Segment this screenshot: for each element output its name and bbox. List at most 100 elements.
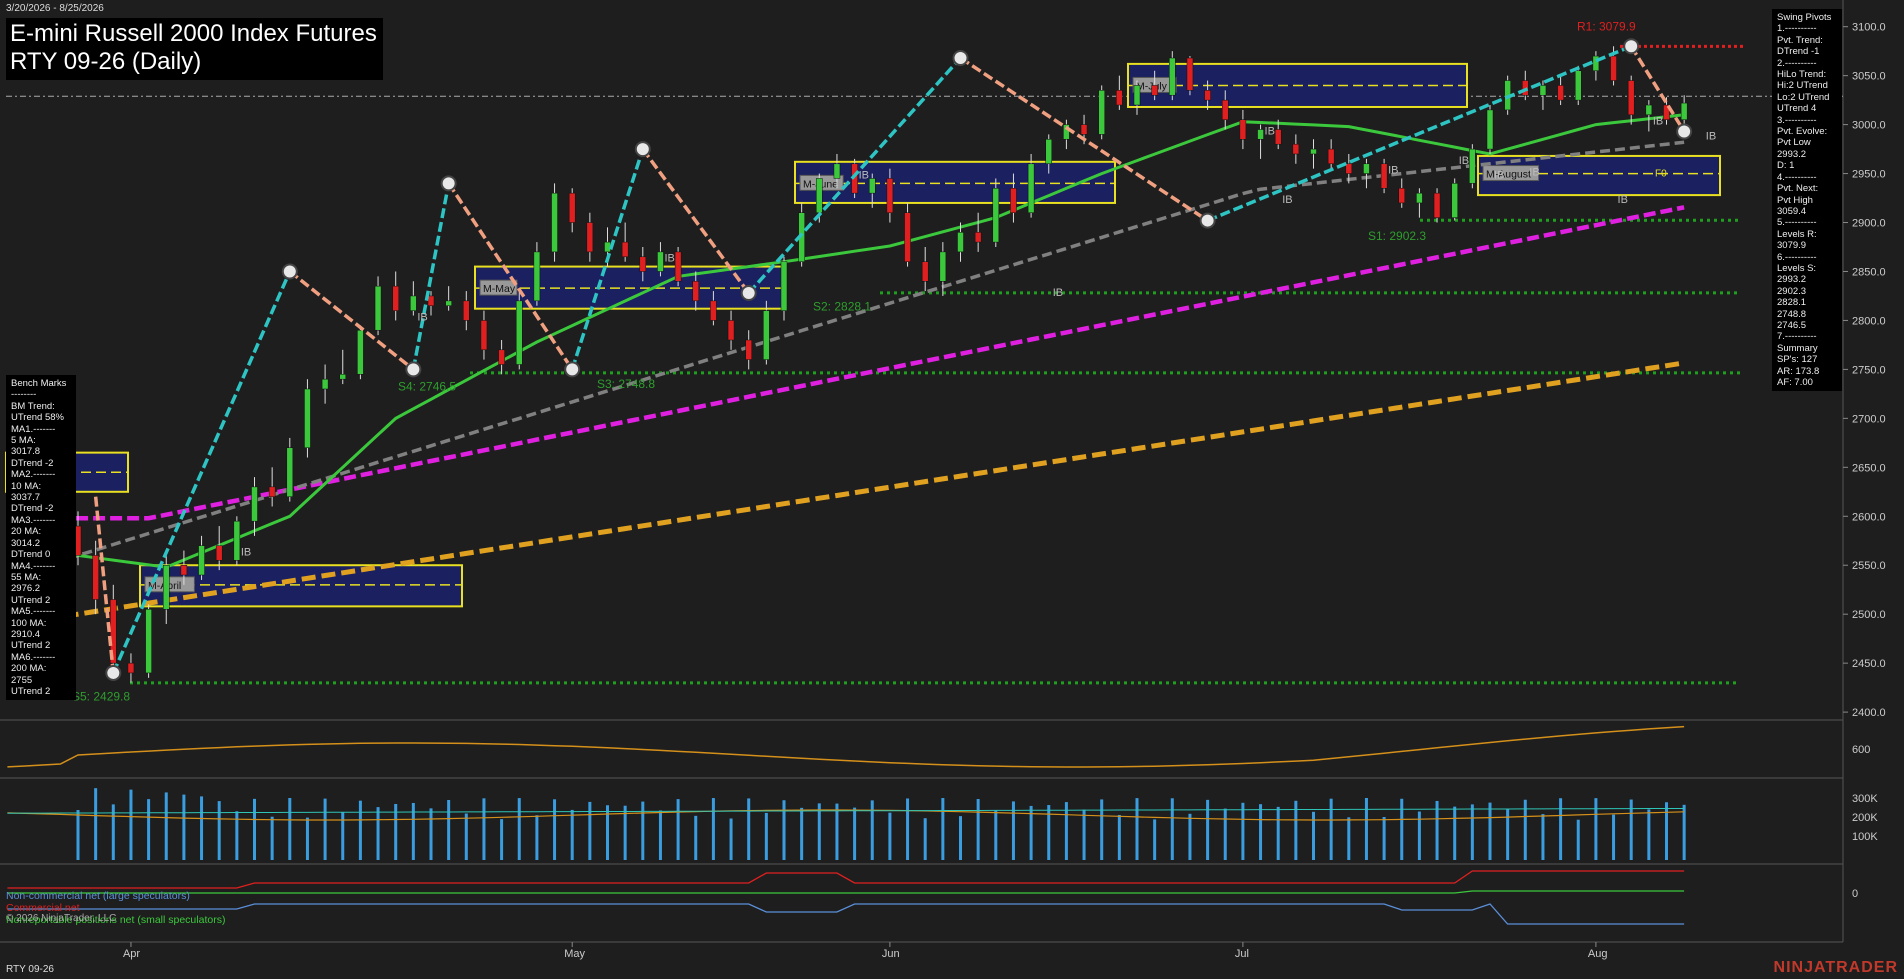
volume-bar xyxy=(1470,804,1474,860)
candle-body xyxy=(992,188,1000,243)
ib-label: IB xyxy=(1529,167,1539,179)
volume-bar xyxy=(1576,819,1580,860)
candle-body xyxy=(233,520,241,561)
candle-body xyxy=(763,310,770,360)
candle-body xyxy=(1469,148,1476,184)
candle-body xyxy=(145,609,152,674)
swing-pivot-marker xyxy=(740,285,757,302)
candle-body xyxy=(1522,80,1529,96)
panel-line: AF: 7.00 xyxy=(1777,377,1813,388)
ib-label: IB xyxy=(417,311,427,323)
candle-body xyxy=(1169,57,1176,96)
candle-body xyxy=(904,212,911,262)
panel-line: MA4.------- xyxy=(11,560,56,572)
volume-bar xyxy=(1453,806,1457,860)
pivot-label: S5: 2429.8 xyxy=(72,690,130,704)
volume-bar xyxy=(1047,805,1051,860)
volume-bar xyxy=(1064,802,1068,860)
volume-bar xyxy=(1170,798,1174,860)
candle-body xyxy=(198,545,205,576)
swing-pivot-marker xyxy=(952,50,969,67)
volume-bar xyxy=(959,816,962,860)
candle-body xyxy=(1610,55,1617,81)
candle-body xyxy=(1345,163,1353,174)
candle-body xyxy=(215,545,223,561)
candle-body xyxy=(1098,90,1105,135)
candle-body xyxy=(1486,109,1494,150)
panel-line: BM Trend: xyxy=(11,400,55,412)
swing-pivot-marker xyxy=(1623,38,1640,55)
panel-line: UTrend 4 xyxy=(1777,103,1817,115)
candle-body xyxy=(692,281,699,302)
panel-line: Levels S: xyxy=(1777,262,1817,274)
chart-subtitle: RTY 09-26 (Daily) xyxy=(10,48,202,75)
x-tick-label: Jun xyxy=(882,948,900,960)
panel-line: DTrend -2 xyxy=(11,503,54,515)
panel-line: MA5.------- xyxy=(11,606,56,618)
candle-body xyxy=(1080,124,1088,135)
volume-bar xyxy=(288,798,292,860)
volume-bar xyxy=(994,810,998,860)
ib-label: IB xyxy=(1388,165,1398,177)
candle-body xyxy=(533,251,541,302)
candle-body xyxy=(304,388,311,448)
volume-bar xyxy=(676,799,680,860)
volume-bar xyxy=(1153,819,1157,860)
candle-body xyxy=(710,300,717,321)
panel-line: UTrend 58% xyxy=(11,412,64,424)
panel-line: 2902.3 xyxy=(1777,285,1807,297)
ib-label: IB xyxy=(664,253,674,265)
candle-body xyxy=(816,178,823,213)
sub-axis-label: 0 xyxy=(1852,888,1858,900)
y-tick-label: 3000.0 xyxy=(1852,120,1886,132)
y-tick-label: 2600.0 xyxy=(1852,511,1886,523)
volume-bar xyxy=(553,799,557,860)
footer-symbol: RTY 09-26 xyxy=(6,964,54,975)
volume-bar xyxy=(376,807,380,860)
panel-line: MA6.------- xyxy=(11,651,56,663)
candle-body xyxy=(445,300,452,306)
volume-bar xyxy=(447,799,451,860)
volume-bar xyxy=(94,788,98,860)
sub-axis-label: 300K xyxy=(1852,793,1878,805)
volume-bar xyxy=(888,812,892,860)
cot-legend-item: Non-commercial net (large speculators) xyxy=(6,890,190,902)
candle-body xyxy=(886,178,894,213)
volume-bar xyxy=(694,815,698,860)
swing-pivot-marker xyxy=(105,664,122,681)
candle-body xyxy=(127,662,135,674)
volume-bar xyxy=(1382,817,1386,860)
candle-body xyxy=(1257,129,1264,140)
volume-bar xyxy=(517,798,521,860)
price-chart[interactable]: 2400.0 2450.0 2500.0 2550.0 2600.0 2650.0 2700… xyxy=(0,0,1904,979)
panel-line: 1.---------- xyxy=(1777,23,1817,35)
panel-line: UTrend 2 xyxy=(11,685,51,697)
panel-line: 3079.9 xyxy=(1777,240,1807,252)
panel-line: 3059.4 xyxy=(1777,205,1807,217)
volume-bar xyxy=(1135,798,1139,860)
y-tick-label: 2900.0 xyxy=(1852,218,1886,230)
volume-bar xyxy=(358,800,362,860)
candle-body xyxy=(1627,80,1635,116)
panel-line: UTrend 2 xyxy=(11,640,51,652)
volume-bar xyxy=(1188,813,1192,860)
sub-axis-label: 600 xyxy=(1852,744,1870,756)
volume-bar xyxy=(1541,814,1545,860)
candle-body xyxy=(516,300,523,365)
candle-body xyxy=(833,163,841,179)
y-tick-label: 3100.0 xyxy=(1852,22,1886,34)
candle-body xyxy=(1133,85,1141,106)
candle-body xyxy=(286,447,294,497)
y-tick-label: 2800.0 xyxy=(1852,315,1886,327)
volume-bar xyxy=(764,812,768,860)
volume-bar xyxy=(1400,798,1404,860)
panel-line: 3.---------- xyxy=(1777,114,1817,126)
candle-body xyxy=(957,232,964,253)
volume-bar xyxy=(1223,808,1227,860)
volume-bar xyxy=(782,800,786,860)
panel-line: 55 MA: xyxy=(11,571,42,583)
volume-bar xyxy=(817,803,821,860)
volume-bar xyxy=(1329,798,1333,860)
candle-body xyxy=(180,564,188,576)
panel-line: Pvt. Evolve: xyxy=(1777,126,1828,138)
